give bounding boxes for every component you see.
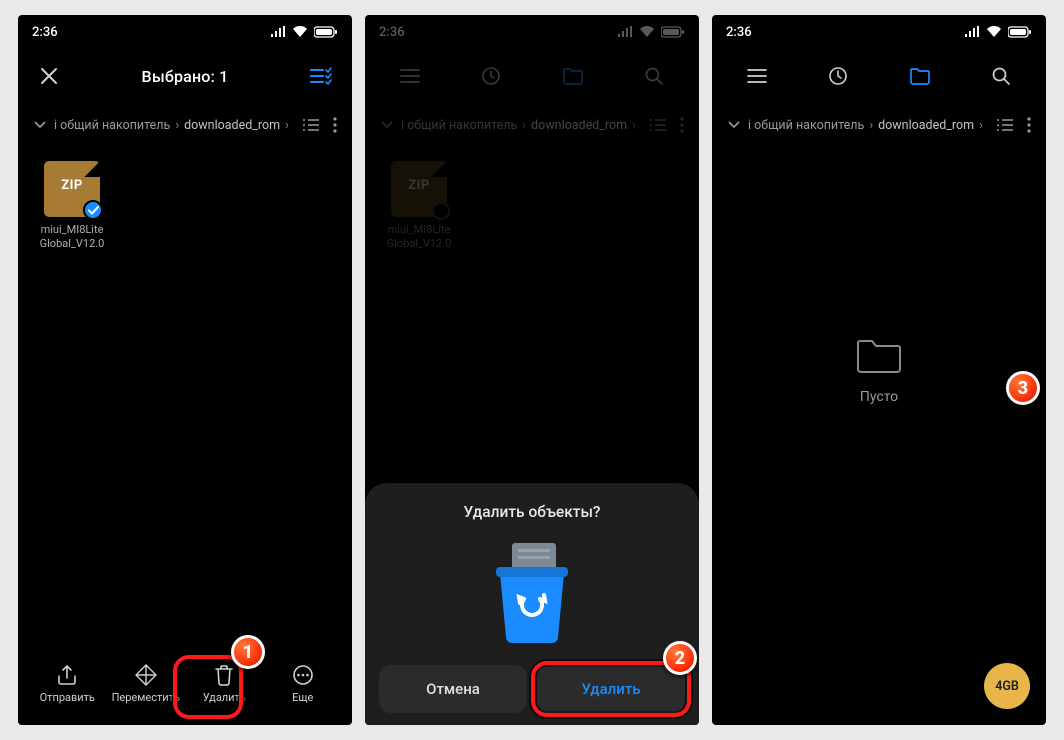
view-mode-button[interactable]	[298, 112, 324, 138]
selected-check-icon	[83, 200, 103, 220]
status-icons	[617, 26, 685, 38]
trash-icon	[214, 664, 234, 686]
send-button[interactable]: Отправить	[32, 664, 102, 704]
chevron-right-icon: ›	[632, 118, 636, 133]
close-button[interactable]	[36, 63, 62, 89]
view-mode-button[interactable]	[645, 112, 671, 138]
empty-state: Пусто	[712, 15, 1046, 725]
empty-label: Пусто	[860, 389, 898, 405]
breadcrumb-segment: i общий накопитель	[54, 118, 170, 133]
appbar-tabs	[365, 49, 699, 103]
recent-tab[interactable]	[461, 56, 521, 96]
action-label: Удалить	[203, 691, 246, 704]
file-item-zip[interactable]: ZIP miui_MI8Lite Global_V12.0	[36, 161, 108, 252]
unselected-check-icon	[432, 202, 450, 220]
file-item-zip[interactable]: ZIP miui_MI8Lite Global_V12.0	[383, 161, 455, 252]
file-ext-label: ZIP	[408, 178, 430, 195]
statusbar: 2:36	[18, 15, 352, 49]
signal-icon	[617, 26, 633, 38]
delete-button[interactable]: Удалить	[189, 664, 259, 704]
appbar-selection: Выбрано: 1	[18, 49, 352, 103]
breadcrumb-current: downloaded_rom	[184, 118, 280, 133]
file-ext-label: ZIP	[61, 178, 83, 195]
file-name-line: Global_V12.0	[383, 237, 455, 251]
overflow-menu-button[interactable]	[675, 112, 689, 138]
move-button[interactable]: Переместить	[111, 664, 181, 704]
file-name-line: miui_MI8Lite	[36, 223, 108, 237]
selection-count-title: Выбрано: 1	[62, 67, 308, 86]
delete-confirm-dialog: Удалить объекты? Отмена Удали	[365, 483, 699, 725]
folder-icon	[854, 335, 904, 375]
more-button[interactable]: Еще	[268, 664, 338, 704]
screen-3-empty: 2:36 i общий накопитель › downloaded_rom…	[712, 15, 1046, 725]
more-icon	[292, 664, 314, 686]
cancel-button[interactable]: Отмена	[379, 665, 527, 713]
breadcrumb[interactable]: i общий накопитель › downloaded_rom ›	[18, 103, 352, 147]
file-grid: ZIP miui_MI8Lite Global_V12.0	[18, 147, 352, 266]
move-icon	[135, 664, 157, 686]
trash-bin-illustration	[379, 537, 685, 647]
wifi-icon	[639, 26, 655, 38]
share-icon	[56, 664, 78, 686]
chevron-right-icon: ›	[285, 118, 289, 133]
overflow-menu-button[interactable]	[328, 112, 342, 138]
statusbar: 2:36	[365, 15, 699, 49]
chevron-down-icon	[381, 121, 393, 129]
file-name-line: miui_MI8Lite	[383, 223, 455, 237]
menu-button[interactable]	[380, 56, 440, 96]
dialog-title: Удалить объекты?	[379, 503, 685, 521]
file-thumbnail: ZIP	[391, 161, 447, 217]
bottom-action-bar: Отправить Переместить Удалить Еще	[18, 649, 352, 725]
action-label: Переместить	[112, 691, 180, 704]
clock: 2:36	[32, 25, 58, 40]
file-name-line: Global_V12.0	[36, 237, 108, 251]
search-button[interactable]	[624, 56, 684, 96]
clock: 2:36	[379, 25, 405, 40]
storage-size-label: 4GB	[995, 679, 1019, 694]
dialog-buttons: Отмена Удалить	[379, 665, 685, 713]
confirm-delete-button[interactable]: Удалить	[537, 665, 685, 713]
select-all-button[interactable]	[308, 63, 334, 89]
wifi-icon	[292, 26, 308, 38]
breadcrumb[interactable]: i общий накопитель › downloaded_rom ›	[365, 103, 699, 147]
signal-icon	[270, 26, 286, 38]
chevron-down-icon	[34, 121, 46, 129]
screen-1-selection: 2:36 Выбрано: 1 i общий накопитель › dow…	[18, 15, 352, 725]
chevron-right-icon: ›	[522, 118, 526, 133]
storage-badge[interactable]: 4GB	[984, 663, 1030, 709]
battery-icon	[661, 26, 685, 38]
button-label: Удалить	[581, 680, 640, 698]
files-tab[interactable]	[543, 56, 603, 96]
action-label: Отправить	[40, 691, 95, 704]
button-label: Отмена	[426, 680, 480, 698]
screen-2-confirm-dialog: 2:36 i общий накопитель › downloaded_rom…	[365, 15, 699, 725]
action-label: Еще	[292, 691, 313, 704]
battery-icon	[314, 26, 338, 38]
breadcrumb-segment: i общий накопитель	[401, 118, 517, 133]
file-thumbnail: ZIP	[44, 161, 100, 217]
file-grid: ZIP miui_MI8Lite Global_V12.0	[365, 147, 699, 266]
chevron-right-icon: ›	[175, 118, 179, 133]
breadcrumb-current: downloaded_rom	[531, 118, 627, 133]
status-icons	[270, 26, 338, 38]
